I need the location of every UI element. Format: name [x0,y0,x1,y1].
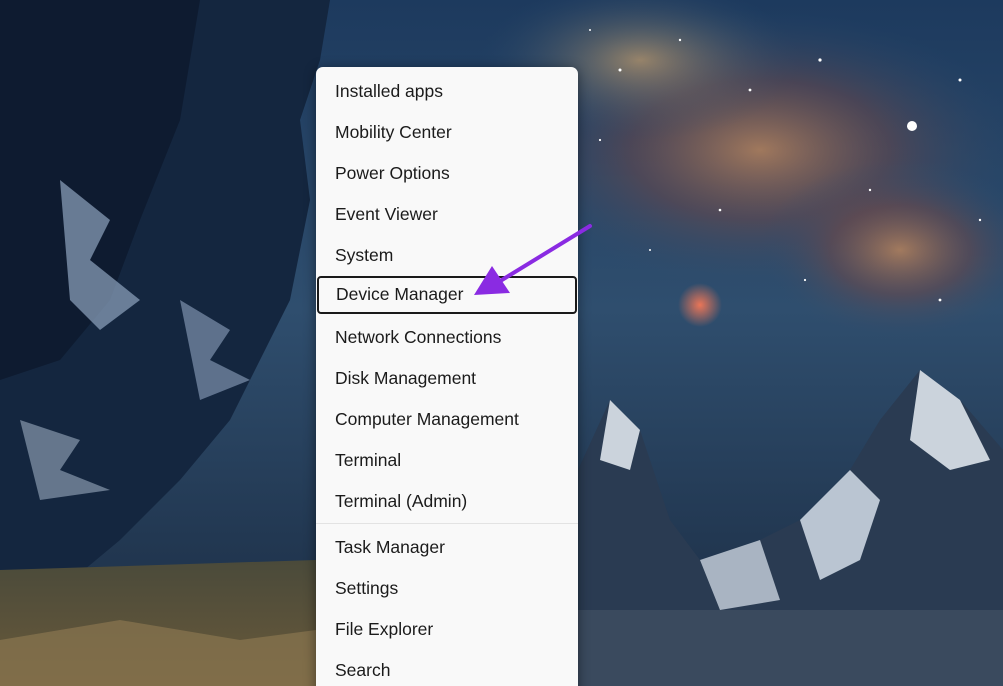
menu-item-power-options[interactable]: Power Options [316,155,578,191]
menu-item-file-explorer[interactable]: File Explorer [316,611,578,647]
menu-item-network-connections[interactable]: Network Connections [316,319,578,355]
menu-item-system[interactable]: System [316,237,578,273]
menu-item-installed-apps[interactable]: Installed apps [316,73,578,109]
winx-context-menu: Installed apps Mobility Center Power Opt… [316,67,578,686]
menu-item-disk-management[interactable]: Disk Management [316,360,578,396]
menu-item-terminal[interactable]: Terminal [316,442,578,478]
menu-item-device-manager[interactable]: Device Manager [317,276,577,314]
menu-item-task-manager[interactable]: Task Manager [316,529,578,565]
menu-item-settings[interactable]: Settings [316,570,578,606]
menu-item-search[interactable]: Search [316,652,578,686]
menu-item-computer-management[interactable]: Computer Management [316,401,578,437]
menu-item-mobility-center[interactable]: Mobility Center [316,114,578,150]
menu-item-terminal-admin[interactable]: Terminal (Admin) [316,483,578,519]
menu-separator [316,523,578,524]
menu-item-event-viewer[interactable]: Event Viewer [316,196,578,232]
